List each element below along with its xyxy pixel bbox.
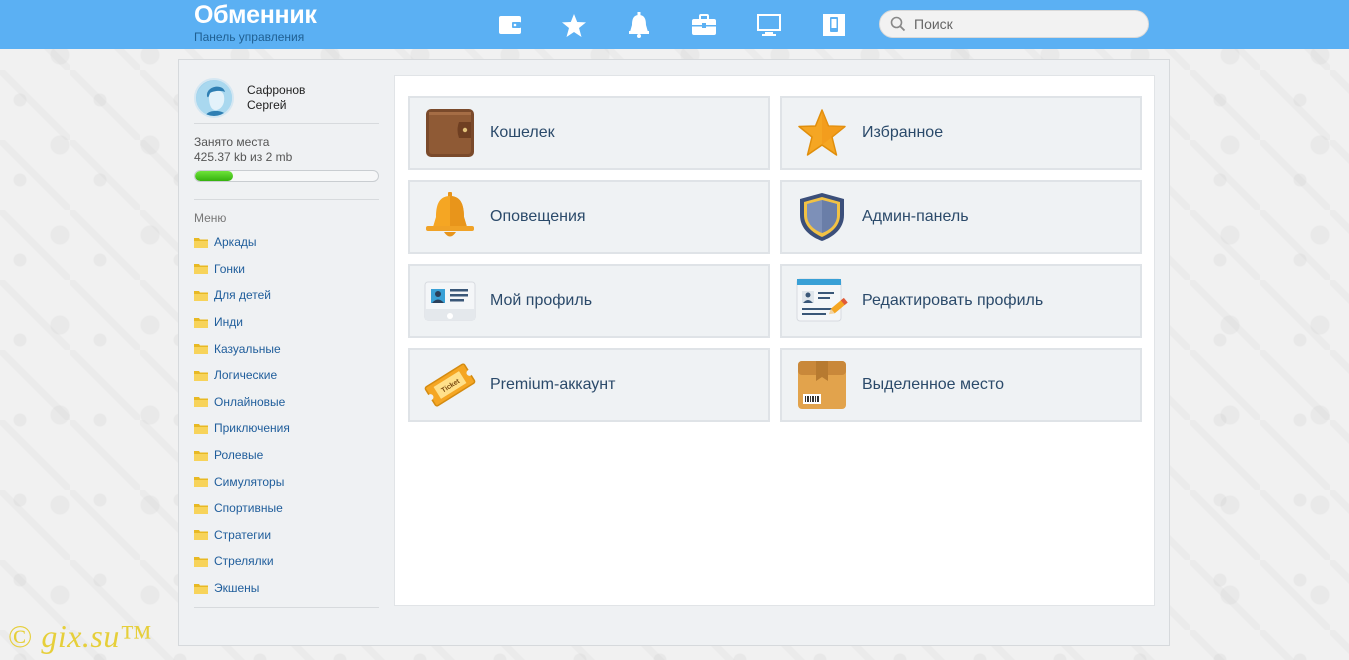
divider — [194, 199, 379, 200]
menu-item-label: Симуляторы — [214, 474, 285, 489]
shield-icon — [796, 191, 848, 243]
menu-list: Аркады Гонки Для детей Инди Казуальные Логиче… — [194, 229, 379, 601]
menu-item-label: Экшены — [214, 581, 260, 596]
folder-icon — [194, 423, 208, 434]
menu-item-label: Приключения — [214, 421, 290, 436]
id-card-icon — [424, 275, 476, 327]
menu-item-label: Казуальные — [214, 341, 281, 356]
watermark: © gix.su™ — [8, 618, 152, 655]
menu-item[interactable]: Гонки — [194, 256, 379, 283]
menu-item-label: Логические — [214, 368, 278, 383]
menu-item-label: Инди — [214, 315, 243, 330]
storage-label: Занято места — [194, 135, 270, 149]
folder-icon — [194, 317, 208, 328]
content-area: Кошелек Избранное Оповещения Админ-панел… — [394, 75, 1155, 606]
menu-item[interactable]: Спортивные — [194, 495, 379, 522]
user-name[interactable]: Сафронов Сергей — [247, 83, 305, 113]
folder-icon — [194, 503, 208, 514]
tile-dedicated-space[interactable]: Выделенное место — [780, 348, 1142, 422]
menu-item-label: Спортивные — [214, 501, 283, 516]
user-first-name: Сергей — [247, 97, 287, 112]
menu-item-label: Онлайновые — [214, 394, 286, 409]
menu-item[interactable]: Стратегии — [194, 522, 379, 549]
tile-notifications[interactable]: Оповещения — [408, 180, 770, 254]
menu-item-label: Ролевые — [214, 448, 264, 463]
tile-admin-panel[interactable]: Админ-панель — [780, 180, 1142, 254]
star-icon — [796, 107, 848, 159]
tile-wallet[interactable]: Кошелек — [408, 96, 770, 170]
folder-icon — [194, 556, 208, 567]
user-block[interactable]: Сафронов Сергей — [194, 75, 379, 120]
storage-progress-bar — [194, 170, 379, 182]
menu-item[interactable]: Экшены — [194, 575, 379, 602]
tile-premium-account[interactable]: Ticket Premium-аккаунт — [408, 348, 770, 422]
menu-item-label: Для детей — [214, 288, 271, 303]
menu-item-label: Гонки — [214, 261, 245, 276]
folder-icon — [194, 290, 208, 301]
tile-favorites[interactable]: Избранное — [780, 96, 1142, 170]
tile-label: Оповещения — [490, 208, 586, 225]
tile-label: Редактировать профиль — [862, 292, 1044, 309]
watermark-text: gix.su™ — [41, 618, 152, 654]
briefcase-icon[interactable] — [691, 12, 717, 38]
bell-icon — [424, 191, 476, 243]
sidebar: Сафронов Сергей Занято места 425.37 kb и… — [194, 75, 379, 609]
top-header: Обменник Панель управления — [0, 0, 1349, 49]
divider — [194, 607, 379, 609]
menu-item[interactable]: Онлайновые — [194, 389, 379, 416]
menu-item[interactable]: Аркады — [194, 229, 379, 256]
menu-item[interactable]: Логические — [194, 362, 379, 389]
storage-value: 425.37 kb из 2 mb — [194, 150, 293, 164]
storage-block: Занято места 425.37 kb из 2 mb — [194, 124, 379, 199]
menu-item[interactable]: Для детей — [194, 282, 379, 309]
folder-icon — [194, 530, 208, 541]
user-last-name: Сафронов — [247, 82, 306, 97]
avatar[interactable] — [194, 77, 234, 118]
menu-item[interactable]: Инди — [194, 309, 379, 336]
app-subtitle: Панель управления — [194, 30, 305, 44]
folder-icon — [194, 397, 208, 408]
search-icon — [890, 16, 906, 32]
menu-title: Меню — [194, 211, 227, 225]
search-box[interactable] — [879, 10, 1149, 38]
ticket-icon: Ticket — [424, 359, 476, 411]
menu-item[interactable]: Приключения — [194, 415, 379, 442]
folder-icon — [194, 450, 208, 461]
tile-label: Избранное — [862, 124, 944, 141]
menu-item-label: Стрелялки — [214, 554, 274, 569]
folder-icon — [194, 583, 208, 594]
search-input[interactable] — [914, 16, 1134, 32]
folder-icon — [194, 477, 208, 488]
tile-label: Мой профиль — [490, 292, 593, 309]
menu-item[interactable]: Казуальные — [194, 335, 379, 362]
menu-item[interactable]: Симуляторы — [194, 468, 379, 495]
folder-icon — [194, 237, 208, 248]
menu-item-label: Аркады — [214, 235, 257, 250]
folder-icon — [194, 370, 208, 381]
tile-label: Кошелек — [490, 124, 555, 141]
monitor-icon[interactable] — [756, 12, 782, 38]
tile-label: Premium-аккаунт — [490, 376, 616, 393]
tile-my-profile[interactable]: Мой профиль — [408, 264, 770, 338]
main-panel: Сафронов Сергей Занято места 425.37 kb и… — [178, 59, 1170, 646]
menu-item[interactable]: Стрелялки — [194, 548, 379, 575]
wallet-icon[interactable] — [497, 12, 523, 38]
storage-progress-fill — [195, 171, 234, 181]
menu-item[interactable]: Ролевые — [194, 442, 379, 469]
box-icon — [796, 359, 848, 411]
edit-profile-icon — [796, 275, 848, 327]
phone-icon[interactable] — [821, 12, 847, 38]
folder-icon — [194, 344, 208, 355]
app-title[interactable]: Обменник — [194, 1, 317, 30]
tile-label: Выделенное место — [862, 376, 1004, 393]
tile-label: Админ-панель — [862, 208, 969, 225]
menu-item-label: Стратегии — [214, 527, 272, 542]
tile-edit-profile[interactable]: Редактировать профиль — [780, 264, 1142, 338]
watermark-copyright: © — [8, 618, 33, 654]
wallet-icon — [424, 107, 476, 159]
folder-icon — [194, 264, 208, 275]
star-icon[interactable] — [561, 12, 587, 38]
bell-icon[interactable] — [626, 12, 652, 38]
